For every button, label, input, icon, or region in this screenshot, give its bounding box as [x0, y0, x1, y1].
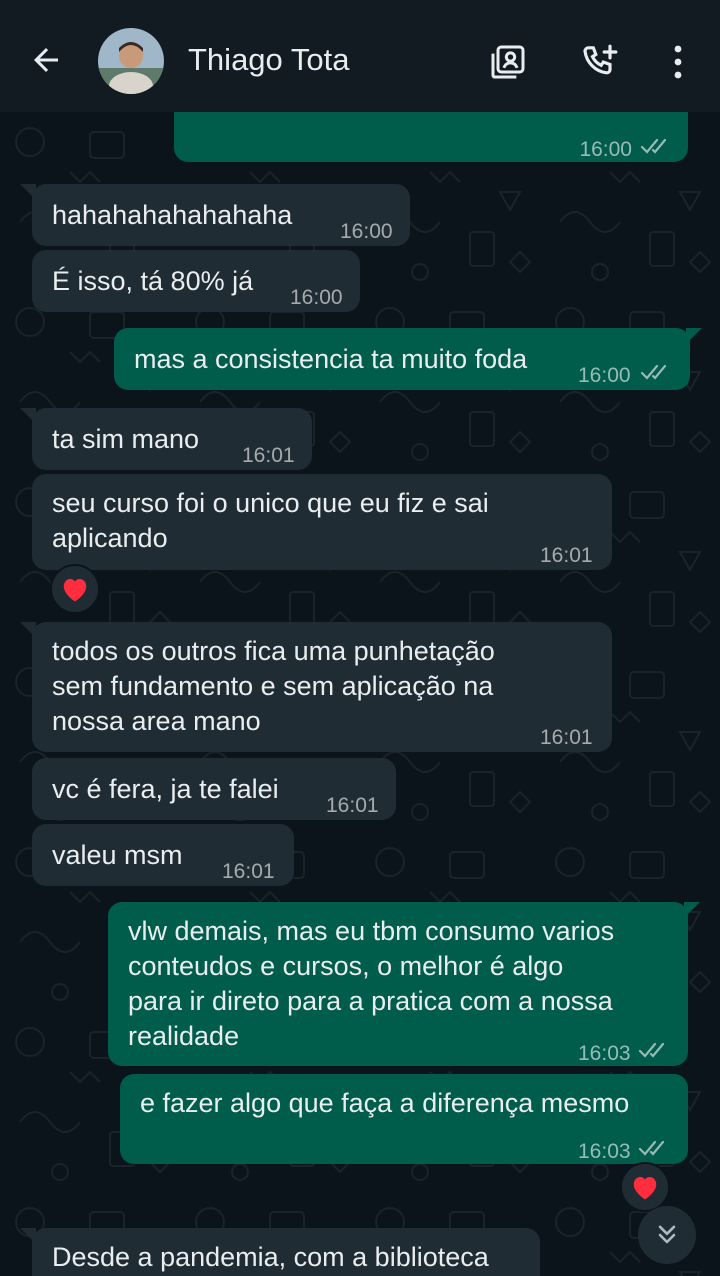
message-time: 16:01 — [540, 726, 593, 749]
read-receipt-icon — [640, 138, 667, 154]
message-text: mas a consistencia ta muito foda — [134, 344, 528, 374]
message-text: vc é fera, ja te falei — [52, 774, 279, 804]
message-text: É isso, tá 80% já — [52, 266, 254, 296]
message-text-line: para ir direto para a pratica com a noss… — [128, 986, 613, 1016]
message-text: hahahahahahahaha — [52, 200, 293, 230]
message-text-line: aplicando — [52, 523, 168, 553]
chat-header: Thiago Tota — [0, 0, 720, 112]
message-bubble-outgoing[interactable]: e fazer algo que faça a diferença mesmo … — [120, 1074, 688, 1164]
message-text-line: sem fundamento e sem aplicação na — [52, 671, 494, 701]
message-text-line: conteudos e cursos, o melhor é algo — [128, 951, 564, 981]
message-text: e fazer algo que faça a diferença mesmo — [140, 1088, 630, 1118]
message-bubble-incoming[interactable]: todos os outros fica uma punhetação sem … — [32, 622, 612, 752]
message-text-line: realidade — [128, 1021, 240, 1051]
message-time: 16:01 — [222, 860, 275, 883]
message-text-line: seu curso foi o unico que eu fiz e sai — [52, 488, 489, 518]
message-text: ta sim mano — [52, 424, 200, 454]
message-text: Desde a pandemia, com a biblioteca — [52, 1242, 489, 1272]
message-text-line: vlw demais, mas eu tbm consumo varios — [128, 916, 615, 946]
message-time: 16:03 — [578, 1140, 631, 1163]
message-bubble-incoming[interactable]: É isso, tá 80% já 16:00 — [32, 250, 360, 312]
scroll-to-bottom-button[interactable] — [638, 1206, 696, 1264]
message-time: 16:03 — [578, 1042, 631, 1065]
more-options-icon[interactable] — [654, 38, 702, 86]
message-bubble-outgoing[interactable]: mas a consistencia ta muito foda 16:00 — [114, 328, 690, 390]
message-time: 16:01 — [540, 544, 593, 567]
back-arrow-icon[interactable] — [22, 36, 70, 84]
add-call-icon[interactable] — [576, 38, 624, 86]
read-receipt-icon — [638, 1042, 665, 1058]
message-bubble-incoming[interactable]: hahahahahahahaha 16:00 — [32, 184, 410, 246]
contact-name[interactable]: Thiago Tota — [188, 42, 349, 78]
message-text-line: todos os outros fica uma punhetação — [52, 636, 495, 666]
contact-card-icon[interactable] — [484, 38, 532, 86]
message-time: 16:00 — [340, 220, 393, 243]
message-time: 16:01 — [242, 444, 295, 467]
message-bubble-incoming[interactable]: Desde a pandemia, com a biblioteca — [32, 1228, 540, 1276]
message-text-line: nossa area mano — [52, 706, 261, 736]
heart-reaction-icon[interactable] — [50, 564, 100, 614]
message-time: 16:00 — [290, 286, 343, 309]
message-time: 16:00 — [579, 138, 632, 161]
read-receipt-icon — [640, 364, 667, 380]
chat-area[interactable]: 16:00 hahahahahahahaha 16:00 É isso, tá … — [0, 112, 720, 1276]
message-time: 16:01 — [326, 794, 379, 817]
read-receipt-icon — [638, 1140, 665, 1156]
heart-reaction-icon[interactable] — [620, 1162, 670, 1212]
message-bubble-incoming[interactable]: vc é fera, ja te falei 16:01 — [32, 758, 396, 820]
message-bubble-outgoing[interactable]: vlw demais, mas eu tbm consumo varios co… — [108, 902, 688, 1066]
avatar[interactable] — [98, 28, 164, 94]
message-bubble-incoming[interactable]: ta sim mano 16:01 — [32, 408, 312, 470]
double-chevron-down-icon — [658, 1225, 676, 1244]
message-bubble-incoming[interactable]: seu curso foi o unico que eu fiz e sai a… — [32, 474, 612, 570]
message-bubble-outgoing[interactable]: 16:00 — [174, 112, 688, 162]
message-text: valeu msm — [52, 840, 183, 870]
message-bubble-incoming[interactable]: valeu msm 16:01 — [32, 824, 294, 886]
message-time: 16:00 — [578, 364, 631, 387]
